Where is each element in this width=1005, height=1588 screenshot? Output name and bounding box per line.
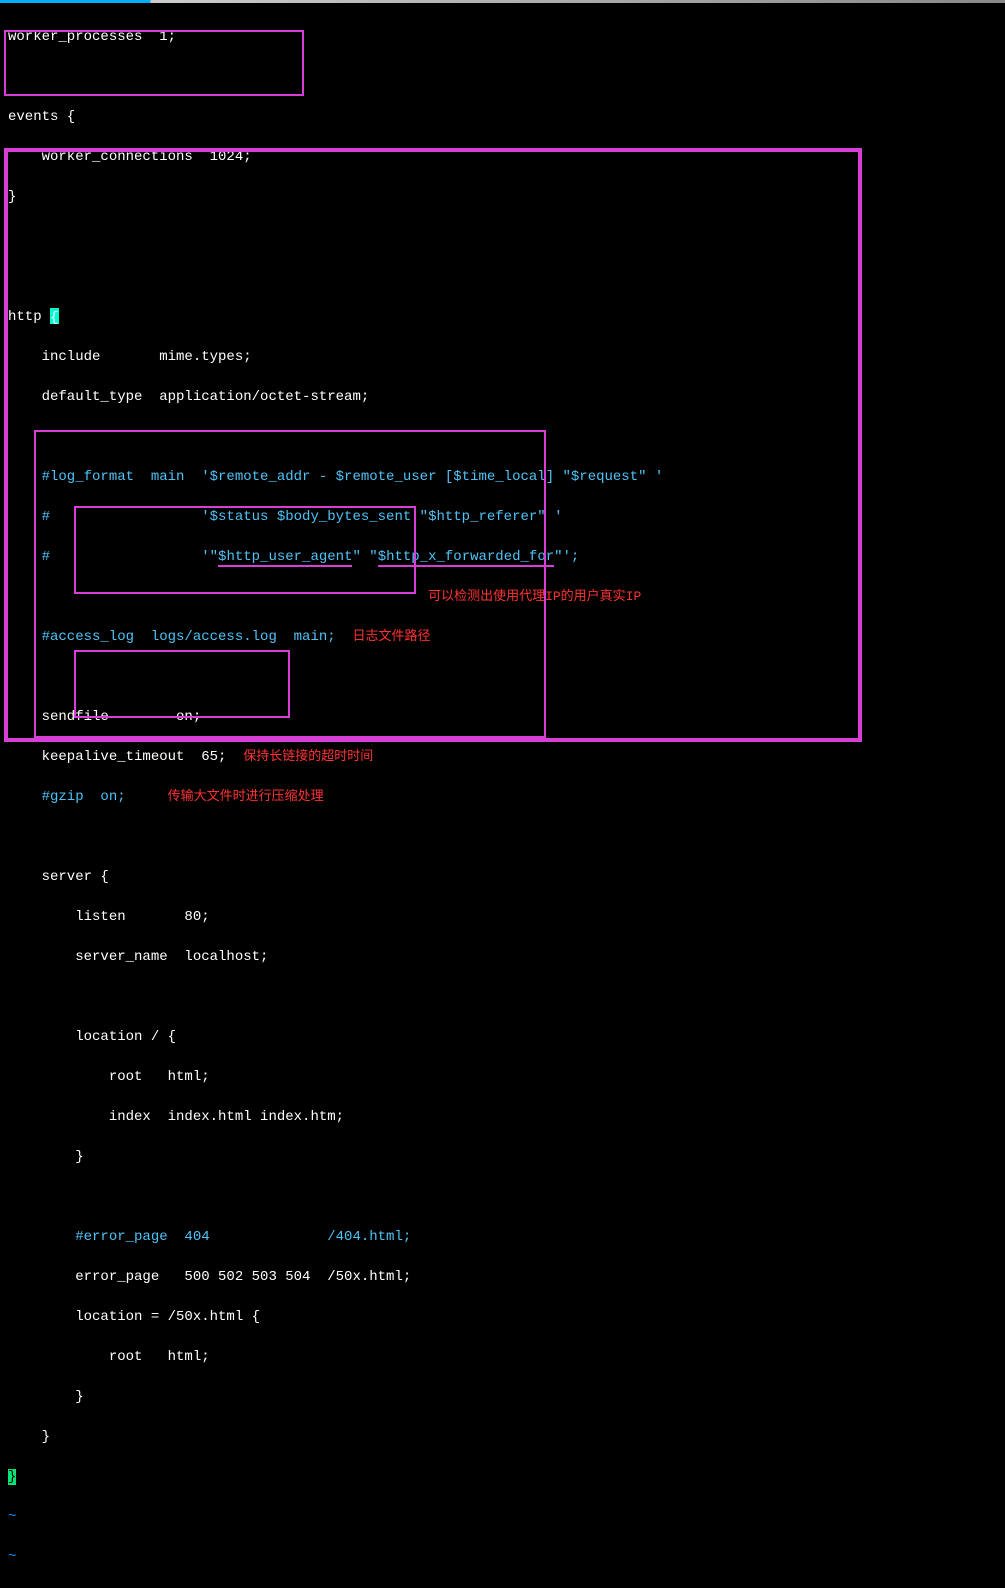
- code-comment: # '"$http_user_agent" "$http_x_forwarded…: [8, 547, 997, 567]
- code-line: server {: [8, 867, 997, 887]
- code-line: location = /50x.html {: [8, 1307, 997, 1327]
- code-comment: #error_page 404 /404.html;: [8, 1227, 997, 1247]
- empty-line-tilde: ~: [8, 1507, 997, 1527]
- annotation-proxy-ip: 可以检测出使用代理IP的用户真实IP: [428, 589, 641, 604]
- code-line: keepalive_timeout 65; 保持长链接的超时时间: [8, 747, 997, 767]
- code-line: [8, 987, 997, 1007]
- code-line: }: [8, 187, 997, 207]
- underline-x-forwarded-for: $http_x_forwarded_for: [378, 549, 554, 567]
- annotation-keepalive: 保持长链接的超时时间: [243, 749, 373, 764]
- code-line: }: [8, 1387, 997, 1407]
- code-line: sendfile on;: [8, 707, 997, 727]
- code-line: worker_processes 1;: [8, 27, 997, 47]
- code-line: include mime.types;: [8, 347, 997, 367]
- code-line: [8, 827, 997, 847]
- code-line: [8, 227, 997, 247]
- code-comment: #access_log logs/access.log main; 日志文件路径: [8, 627, 997, 647]
- code-line: events {: [8, 107, 997, 127]
- annotation-gzip: 传输大文件时进行压缩处理: [168, 789, 324, 804]
- code-line: index index.html index.htm;: [8, 1107, 997, 1127]
- code-line: }: [8, 1467, 997, 1487]
- annotation-line: 可以检测出使用代理IP的用户真实IP: [8, 587, 997, 607]
- annotation-log-path: 日志文件路径: [352, 629, 430, 644]
- code-line: [8, 1187, 997, 1207]
- code-comment: # '$status $body_bytes_sent "$http_refer…: [8, 507, 997, 527]
- code-line: listen 80;: [8, 907, 997, 927]
- matching-brace: }: [8, 1469, 16, 1485]
- code-line: root html;: [8, 1347, 997, 1367]
- code-line: [8, 267, 997, 287]
- underline-user-agent: $http_user_agent: [218, 549, 352, 567]
- code-line: [8, 667, 997, 687]
- code-comment: #log_format main '$remote_addr - $remote…: [8, 467, 997, 487]
- cursor: {: [50, 308, 59, 324]
- code-line: default_type application/octet-stream;: [8, 387, 997, 407]
- code-line: worker_connections 1024;: [8, 147, 997, 167]
- code-line: }: [8, 1147, 997, 1167]
- code-line: error_page 500 502 503 504 /50x.html;: [8, 1267, 997, 1287]
- empty-line-tilde: ~: [8, 1547, 997, 1567]
- editor-content[interactable]: worker_processes 1; events { worker_conn…: [0, 3, 1005, 1588]
- code-line: [8, 427, 997, 447]
- code-line: location / {: [8, 1027, 997, 1047]
- code-line: server_name localhost;: [8, 947, 997, 967]
- code-line: http {: [8, 307, 997, 327]
- code-line: root html;: [8, 1067, 997, 1087]
- code-line: }: [8, 1427, 997, 1447]
- code-line: #gzip on; 传输大文件时进行压缩处理: [8, 787, 997, 807]
- code-line: [8, 67, 997, 87]
